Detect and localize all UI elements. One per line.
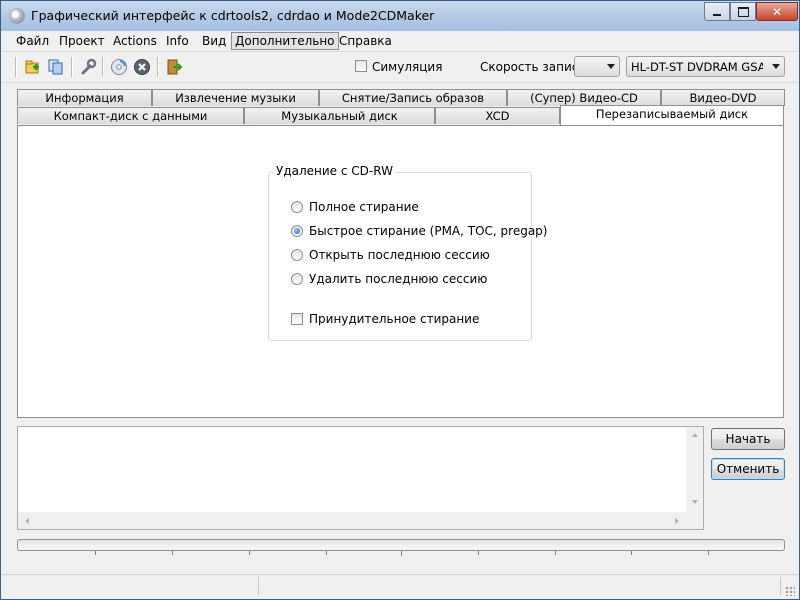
resize-grip-icon[interactable] [785, 586, 795, 596]
new-project-icon[interactable] [23, 57, 43, 77]
copy-icon[interactable] [46, 57, 66, 77]
progress-ticks [17, 551, 785, 556]
exit-icon[interactable] [164, 57, 184, 77]
maximize-button[interactable] [730, 2, 756, 21]
chevron-down-icon [772, 64, 780, 69]
menu-advanced[interactable]: Дополнительно [231, 32, 339, 50]
status-pane [2, 577, 259, 595]
simulation-label: Симуляция [372, 60, 443, 74]
erase-option-label: Быстрое стирание (PMA, TOC, pregap) [309, 224, 548, 238]
erase-option-label: Полное стирание [309, 200, 419, 214]
toolbar: Симуляция Скорость записи HL-DT-ST DVDRA… [2, 52, 798, 83]
progress-tick [708, 551, 709, 555]
start-button[interactable]: Начать [711, 428, 785, 450]
drive-select[interactable]: HL-DT-ST DVDRAM GSA-H1 [626, 56, 785, 77]
erase-group-title: Удаление с CD-RW [274, 164, 395, 178]
menu-bar: Файл Проект Actions Info Вид Дополнитель… [2, 31, 798, 52]
status-bar [2, 574, 798, 599]
progress-bar [17, 539, 785, 551]
radio-button[interactable] [291, 201, 303, 213]
drive-value: HL-DT-ST DVDRAM GSA-H1 [631, 60, 763, 74]
tab-audio-cd[interactable]: Музыкальный диск [244, 107, 435, 124]
tab-xcd[interactable]: XCD [435, 107, 560, 124]
radio-button[interactable] [291, 249, 303, 261]
scrollbar-corner [686, 512, 703, 529]
menu-help[interactable]: Справка [336, 33, 395, 49]
minimize-icon [713, 13, 721, 16]
stop-icon[interactable] [132, 57, 152, 77]
tab-video-dvd[interactable]: Видео-DVD [661, 89, 785, 106]
tab-data-cd[interactable]: Компакт-диск с данными [17, 107, 244, 124]
chevron-down-icon [607, 64, 615, 69]
tab-video-cd[interactable]: (Супер) Видео-CD [507, 89, 661, 106]
tab-image[interactable]: Снятие/Запись образов [319, 89, 507, 106]
erase-option-open-session[interactable]: Открыть последнюю сессию [291, 247, 490, 263]
erase-option-delete-session[interactable]: Удалить последнюю сессию [291, 271, 487, 287]
menu-project[interactable]: Проект [56, 33, 108, 49]
status-pane [260, 577, 781, 595]
horizontal-scrollbar[interactable] [18, 512, 687, 529]
toolbar-separator [71, 57, 73, 77]
menu-actions[interactable]: Actions [110, 33, 160, 49]
write-speed-select[interactable] [574, 56, 620, 77]
menu-view[interactable]: Вид [199, 33, 229, 49]
erase-option-label: Открыть последнюю сессию [309, 248, 490, 262]
radio-button[interactable] [291, 273, 303, 285]
progress-tick [172, 551, 173, 555]
progress-tick [326, 551, 327, 555]
force-erase-label: Принудительное стирание [309, 312, 480, 326]
progress-tick [401, 551, 402, 556]
main-window: Графический интерфейс к cdrtools2, cdrda… [0, 0, 800, 600]
window-title: Графический интерфейс к cdrtools2, cdrda… [31, 8, 435, 23]
simulation-checkbox[interactable] [355, 60, 367, 72]
force-erase-option[interactable]: Принудительное стирание [291, 311, 479, 327]
erase-groupbox: Удаление с CD-RW Полное стирание Быстрое… [268, 164, 547, 341]
app-cd-icon [9, 8, 25, 24]
close-button[interactable]: ✕ [756, 2, 798, 21]
write-speed-label: Скорость записи [480, 60, 587, 74]
toolbar-separator [15, 57, 17, 77]
progress-tick [249, 551, 250, 555]
toolbar-separator [102, 57, 104, 77]
progress-tick [555, 551, 556, 555]
erase-option-label: Удалить последнюю сессию [309, 272, 488, 286]
toolbar-separator [157, 57, 159, 77]
tab-audio-extract[interactable]: Извлечение музыки [152, 89, 319, 106]
force-erase-checkbox[interactable] [291, 313, 303, 325]
tab-information[interactable]: Информация [17, 89, 152, 106]
output-log[interactable] [17, 426, 704, 530]
cancel-button[interactable]: Отменить [711, 458, 785, 480]
menu-info[interactable]: Info [163, 33, 192, 49]
minimize-button[interactable] [704, 2, 730, 21]
tab-rewritable[interactable]: Перезаписываемый диск [560, 105, 784, 125]
scroll-down-icon[interactable] [692, 500, 698, 504]
vertical-scrollbar[interactable] [686, 427, 703, 513]
menu-file[interactable]: Файл [13, 33, 52, 49]
close-icon: ✕ [771, 4, 783, 19]
scroll-left-icon[interactable] [25, 518, 29, 524]
erase-option-fast[interactable]: Быстрое стирание (PMA, TOC, pregap) [291, 223, 547, 239]
rewritable-tab-panel: Удаление с CD-RW Полное стирание Быстрое… [17, 125, 784, 418]
maximize-icon [737, 6, 749, 17]
title-bar[interactable]: Графический интерфейс к cdrtools2, cdrda… [1, 1, 799, 31]
burn-disc-icon[interactable] [109, 57, 129, 77]
settings-wrench-icon[interactable] [78, 57, 98, 77]
progress-tick [478, 551, 479, 555]
scroll-right-icon[interactable] [675, 518, 679, 524]
radio-button-checked[interactable] [291, 225, 303, 237]
scroll-up-icon[interactable] [692, 433, 698, 437]
erase-option-full[interactable]: Полное стирание [291, 199, 419, 215]
progress-tick [631, 551, 632, 555]
progress-tick [95, 551, 96, 555]
